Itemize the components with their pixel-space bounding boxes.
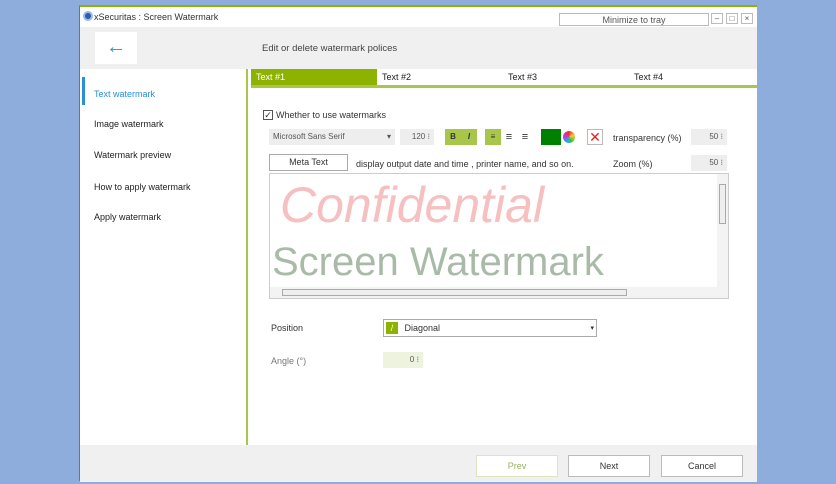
italic-button[interactable]: I [461, 129, 477, 145]
zoom-stepper[interactable]: 50 ⁝ [691, 155, 727, 171]
position-label: Position [271, 323, 304, 333]
app-logo-icon [83, 11, 93, 21]
vertical-scrollbar[interactable] [717, 174, 728, 288]
zoom-value: 50 [709, 158, 719, 167]
angle-label: Angle (°) [271, 356, 307, 366]
text-watermark-panel: ✓ Whether to use watermarks Microsoft Sa… [250, 91, 757, 445]
angle-stepper[interactable]: 0 ⁝ [383, 352, 423, 368]
transparency-label: transparency (%) [613, 133, 682, 143]
align-left-icon[interactable]: ≡ [485, 129, 501, 145]
tab-text-1[interactable]: Text #1 [251, 69, 377, 85]
tab-text-3[interactable]: Text #3 [503, 69, 629, 85]
page-title: Edit or delete watermark polices [262, 43, 398, 54]
color-picker-icon[interactable] [563, 131, 575, 143]
cancel-button[interactable]: Cancel [661, 455, 743, 477]
watermark-preview-editor[interactable]: Confidential Screen Watermark [269, 173, 729, 299]
position-select[interactable]: / Diagonal ▾ [383, 319, 597, 337]
meta-text-button[interactable]: Meta Text [269, 154, 348, 171]
sidebar-item-text-watermark[interactable]: Text watermark [94, 89, 155, 99]
tab-text-4[interactable]: Text #4 [629, 69, 755, 85]
maximize-button[interactable]: □ [726, 13, 738, 24]
sidebar-item-watermark-preview[interactable]: Watermark preview [94, 150, 171, 160]
active-indicator [82, 77, 85, 105]
meta-text-description: display output date and time , printer n… [356, 159, 574, 169]
chevron-down-icon: ▾ [386, 132, 391, 141]
preview-confidential: Confidential [280, 177, 545, 233]
sidebar-item-how-to-apply[interactable]: How to apply watermark [94, 182, 191, 192]
tab-text-2[interactable]: Text #2 [377, 69, 503, 85]
diagonal-icon: / [386, 322, 398, 334]
sidebar: Text watermark Image watermark Watermark… [80, 69, 248, 445]
position-value: Diagonal [404, 323, 441, 333]
window-title: xSecuritas : Screen Watermark [94, 12, 219, 22]
transparency-value: 50 [709, 132, 719, 141]
use-watermarks-label: Whether to use watermarks [276, 110, 387, 120]
font-size-stepper[interactable]: 120 ⁝ [400, 129, 434, 145]
minimize-button[interactable]: – [711, 13, 723, 24]
sidebar-item-image-watermark[interactable]: Image watermark [94, 119, 164, 129]
font-value: Microsoft Sans Serif [273, 132, 345, 141]
zoom-label: Zoom (%) [613, 159, 653, 169]
font-size-value: 120 [411, 132, 426, 141]
horizontal-scrollbar[interactable] [270, 287, 728, 298]
back-arrow-icon[interactable]: ← [95, 32, 137, 64]
prev-button[interactable]: Prev [476, 455, 558, 477]
app-window: xSecuritas : Screen Watermark Minimize t… [79, 5, 757, 482]
angle-value: 0 [409, 355, 415, 364]
bold-button[interactable]: B [445, 129, 461, 145]
align-center-icon[interactable]: ≡ [501, 129, 517, 145]
transparency-stepper[interactable]: 50 ⁝ [691, 129, 727, 145]
clear-icon[interactable]: ✕ [587, 129, 603, 145]
use-watermarks-checkbox[interactable]: ✓ [263, 110, 273, 120]
tab-bar: Text #1 Text #2 Text #3 Text #4 [251, 69, 757, 88]
close-button[interactable]: × [741, 13, 753, 24]
font-select[interactable]: Microsoft Sans Serif ▾ [269, 129, 395, 145]
preview-screen-watermark: Screen Watermark [272, 240, 604, 284]
next-button[interactable]: Next [568, 455, 650, 477]
header: ← Edit or delete watermark polices [80, 27, 757, 69]
footer: Prev Next Cancel [80, 445, 757, 482]
sidebar-item-apply-watermark[interactable]: Apply watermark [94, 212, 161, 222]
color-swatch[interactable] [541, 129, 561, 145]
align-right-icon[interactable]: ≡ [517, 129, 533, 145]
minimize-to-tray-button[interactable]: Minimize to tray [559, 13, 709, 26]
chevron-down-icon: ▾ [590, 325, 594, 332]
